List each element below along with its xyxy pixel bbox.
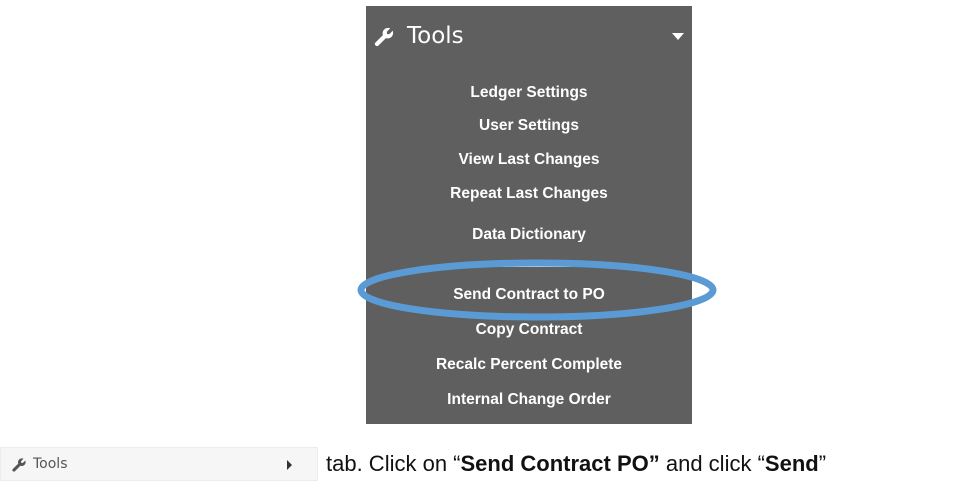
menu-item-ledger-settings[interactable]: Ledger Settings [366,78,692,108]
menu-item-recalc-percent-complete[interactable]: Recalc Percent Complete [366,350,692,380]
caret-right-icon [287,460,292,470]
instruction-bold-send-contract-po: Send Contract PO” [460,451,660,476]
menu-item-repeat-last-changes[interactable]: Repeat Last Changes [366,179,692,209]
instruction-part-2: and click “ [659,451,765,476]
tools-menu-title: Tools [407,23,464,49]
menu-item-send-contract-to-po[interactable]: Send Contract to PO [366,280,692,310]
sidebar-tools-button[interactable]: Tools [0,447,318,481]
instruction-part-3: ” [818,451,827,476]
wrench-icon [374,27,394,47]
instruction-bold-send: Send [764,451,819,476]
sidebar-tools-label: Tools [33,456,68,472]
instruction-part-1: tab. Click on “ [326,451,461,476]
tools-dropdown-menu: Tools Ledger Settings User Settings View… [366,6,692,424]
menu-divider [421,266,636,267]
caret-down-icon[interactable] [672,33,684,40]
menu-item-data-dictionary[interactable]: Data Dictionary [366,220,692,242]
menu-item-internal-change-order[interactable]: Internal Change Order [366,385,692,415]
instruction-text: tab. Click on “Send Contract PO” and cli… [326,449,826,479]
tools-menu-header[interactable]: Tools [366,6,692,62]
menu-item-copy-contract[interactable]: Copy Contract [366,315,692,345]
wrench-icon [12,458,26,472]
menu-item-user-settings[interactable]: User Settings [366,111,692,141]
menu-item-view-last-changes[interactable]: View Last Changes [366,145,692,175]
